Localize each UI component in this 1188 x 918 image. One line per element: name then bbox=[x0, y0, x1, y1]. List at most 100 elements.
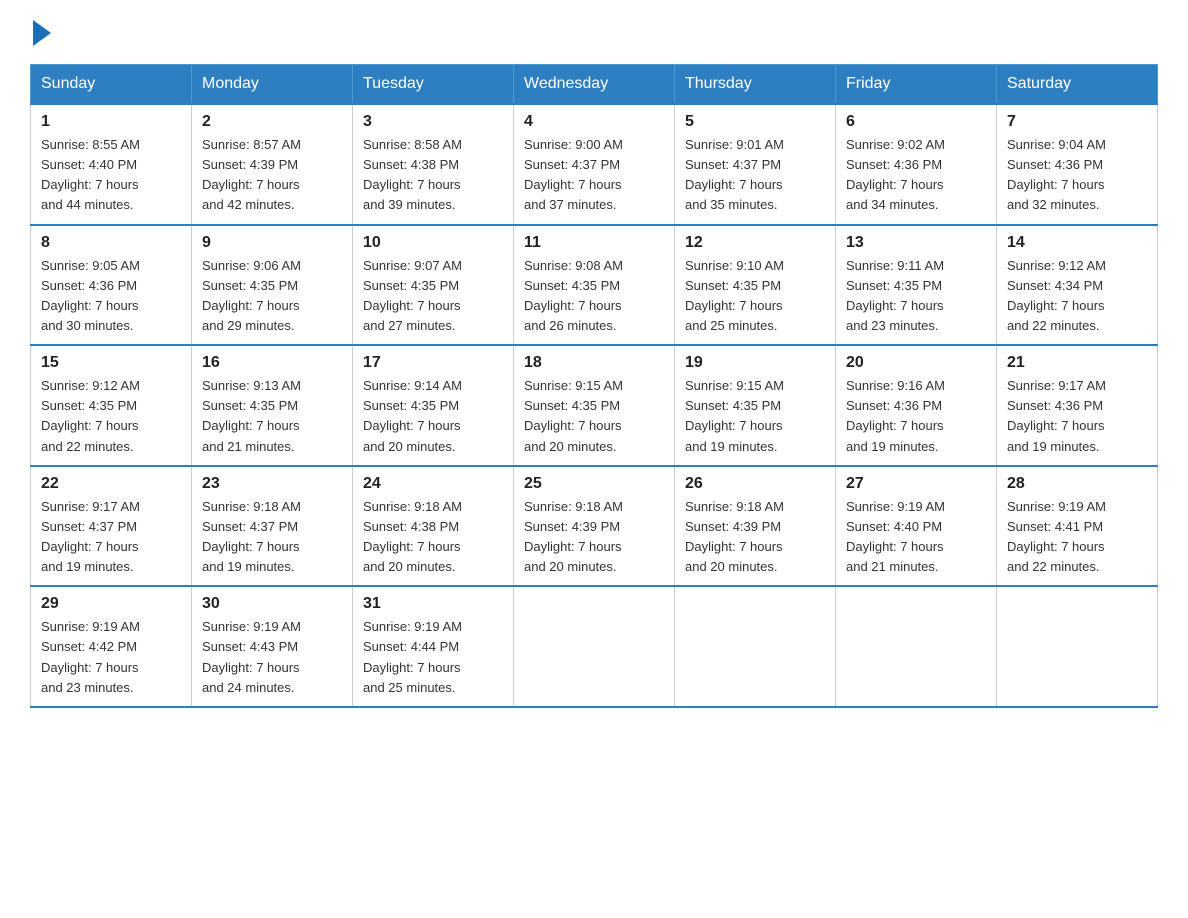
day-number: 15 bbox=[41, 354, 181, 372]
weekday-header-sunday: Sunday bbox=[31, 65, 192, 105]
day-cell: 30 Sunrise: 9:19 AM Sunset: 4:43 PM Dayli… bbox=[192, 586, 353, 707]
day-number: 29 bbox=[41, 595, 181, 613]
day-cell: 13Sunrise: 9:11 AM Sunset: 4:35 PM Dayli… bbox=[836, 225, 997, 346]
day-number: 10 bbox=[363, 234, 503, 252]
day-number: 11 bbox=[524, 234, 664, 252]
day-info: Sunrise: 9:10 AM Sunset: 4:35 PM Dayligh… bbox=[685, 256, 825, 337]
day-cell: 3 Sunrise: 8:58 AM Sunset: 4:38 PM Daylig… bbox=[353, 104, 514, 225]
day-cell: 29 Sunrise: 9:19 AM Sunset: 4:42 PM Dayli… bbox=[31, 586, 192, 707]
day-number: 24 bbox=[363, 475, 503, 493]
weekday-header-monday: Monday bbox=[192, 65, 353, 105]
weekday-header-friday: Friday bbox=[836, 65, 997, 105]
day-cell bbox=[514, 586, 675, 707]
day-info: Sunrise: 9:18 AM Sunset: 4:39 PM Dayligh… bbox=[685, 497, 825, 578]
week-row-2: 8Sunrise: 9:05 AM Sunset: 4:36 PM Daylig… bbox=[31, 225, 1158, 346]
day-cell: 6 Sunrise: 9:02 AM Sunset: 4:36 PM Daylig… bbox=[836, 104, 997, 225]
day-number: 22 bbox=[41, 475, 181, 493]
day-info: Sunrise: 9:15 AM Sunset: 4:35 PM Dayligh… bbox=[685, 376, 825, 457]
day-cell: 25 Sunrise: 9:18 AM Sunset: 4:39 PM Dayli… bbox=[514, 466, 675, 587]
day-cell: 26 Sunrise: 9:18 AM Sunset: 4:39 PM Dayli… bbox=[675, 466, 836, 587]
day-number: 30 bbox=[202, 595, 342, 613]
day-cell: 16 Sunrise: 9:13 AM Sunset: 4:35 PM Dayli… bbox=[192, 345, 353, 466]
day-info: Sunrise: 9:16 AM Sunset: 4:36 PM Dayligh… bbox=[846, 376, 986, 457]
day-info: Sunrise: 9:19 AM Sunset: 4:44 PM Dayligh… bbox=[363, 617, 503, 698]
day-info: Sunrise: 9:18 AM Sunset: 4:39 PM Dayligh… bbox=[524, 497, 664, 578]
day-number: 8 bbox=[41, 234, 181, 252]
day-cell: 22 Sunrise: 9:17 AM Sunset: 4:37 PM Dayli… bbox=[31, 466, 192, 587]
day-number: 4 bbox=[524, 113, 664, 131]
weekday-header-tuesday: Tuesday bbox=[353, 65, 514, 105]
day-cell: 21Sunrise: 9:17 AM Sunset: 4:36 PM Dayli… bbox=[997, 345, 1158, 466]
day-number: 28 bbox=[1007, 475, 1147, 493]
day-cell: 24 Sunrise: 9:18 AM Sunset: 4:38 PM Dayli… bbox=[353, 466, 514, 587]
day-info: Sunrise: 9:14 AM Sunset: 4:35 PM Dayligh… bbox=[363, 376, 503, 457]
day-cell: 18Sunrise: 9:15 AM Sunset: 4:35 PM Dayli… bbox=[514, 345, 675, 466]
weekday-header-thursday: Thursday bbox=[675, 65, 836, 105]
day-info: Sunrise: 9:12 AM Sunset: 4:34 PM Dayligh… bbox=[1007, 256, 1147, 337]
day-number: 23 bbox=[202, 475, 342, 493]
day-number: 2 bbox=[202, 113, 342, 131]
day-cell: 14 Sunrise: 9:12 AM Sunset: 4:34 PM Dayli… bbox=[997, 225, 1158, 346]
week-row-1: 1Sunrise: 8:55 AM Sunset: 4:40 PM Daylig… bbox=[31, 104, 1158, 225]
day-cell: 20Sunrise: 9:16 AM Sunset: 4:36 PM Dayli… bbox=[836, 345, 997, 466]
day-info: Sunrise: 8:57 AM Sunset: 4:39 PM Dayligh… bbox=[202, 135, 342, 216]
day-info: Sunrise: 9:19 AM Sunset: 4:40 PM Dayligh… bbox=[846, 497, 986, 578]
day-cell: 17Sunrise: 9:14 AM Sunset: 4:35 PM Dayli… bbox=[353, 345, 514, 466]
day-number: 25 bbox=[524, 475, 664, 493]
day-info: Sunrise: 9:18 AM Sunset: 4:38 PM Dayligh… bbox=[363, 497, 503, 578]
day-info: Sunrise: 9:13 AM Sunset: 4:35 PM Dayligh… bbox=[202, 376, 342, 457]
day-cell: 31 Sunrise: 9:19 AM Sunset: 4:44 PM Dayli… bbox=[353, 586, 514, 707]
day-number: 1 bbox=[41, 113, 181, 131]
day-info: Sunrise: 9:19 AM Sunset: 4:42 PM Dayligh… bbox=[41, 617, 181, 698]
day-info: Sunrise: 9:17 AM Sunset: 4:37 PM Dayligh… bbox=[41, 497, 181, 578]
weekday-header-row: SundayMondayTuesdayWednesdayThursdayFrid… bbox=[31, 65, 1158, 105]
day-cell bbox=[997, 586, 1158, 707]
day-cell: 9 Sunrise: 9:06 AM Sunset: 4:35 PM Daylig… bbox=[192, 225, 353, 346]
week-row-4: 22 Sunrise: 9:17 AM Sunset: 4:37 PM Dayli… bbox=[31, 466, 1158, 587]
weekday-header-saturday: Saturday bbox=[997, 65, 1158, 105]
day-number: 18 bbox=[524, 354, 664, 372]
weekday-header-wednesday: Wednesday bbox=[514, 65, 675, 105]
day-cell: 8Sunrise: 9:05 AM Sunset: 4:36 PM Daylig… bbox=[31, 225, 192, 346]
day-info: Sunrise: 9:11 AM Sunset: 4:35 PM Dayligh… bbox=[846, 256, 986, 337]
day-cell: 27 Sunrise: 9:19 AM Sunset: 4:40 PM Dayli… bbox=[836, 466, 997, 587]
day-cell bbox=[836, 586, 997, 707]
day-cell: 15 Sunrise: 9:12 AM Sunset: 4:35 PM Dayli… bbox=[31, 345, 192, 466]
day-number: 16 bbox=[202, 354, 342, 372]
day-info: Sunrise: 9:08 AM Sunset: 4:35 PM Dayligh… bbox=[524, 256, 664, 337]
day-info: Sunrise: 9:19 AM Sunset: 4:41 PM Dayligh… bbox=[1007, 497, 1147, 578]
day-info: Sunrise: 9:18 AM Sunset: 4:37 PM Dayligh… bbox=[202, 497, 342, 578]
page-header bbox=[30, 20, 1158, 44]
day-info: Sunrise: 9:12 AM Sunset: 4:35 PM Dayligh… bbox=[41, 376, 181, 457]
day-cell: 28 Sunrise: 9:19 AM Sunset: 4:41 PM Dayli… bbox=[997, 466, 1158, 587]
day-cell bbox=[675, 586, 836, 707]
day-info: Sunrise: 9:06 AM Sunset: 4:35 PM Dayligh… bbox=[202, 256, 342, 337]
day-info: Sunrise: 9:04 AM Sunset: 4:36 PM Dayligh… bbox=[1007, 135, 1147, 216]
week-row-3: 15 Sunrise: 9:12 AM Sunset: 4:35 PM Dayli… bbox=[31, 345, 1158, 466]
day-info: Sunrise: 8:58 AM Sunset: 4:38 PM Dayligh… bbox=[363, 135, 503, 216]
day-cell: 2 Sunrise: 8:57 AM Sunset: 4:39 PM Daylig… bbox=[192, 104, 353, 225]
day-info: Sunrise: 9:17 AM Sunset: 4:36 PM Dayligh… bbox=[1007, 376, 1147, 457]
day-number: 5 bbox=[685, 113, 825, 131]
logo-triangle-icon bbox=[33, 20, 51, 46]
day-info: Sunrise: 9:19 AM Sunset: 4:43 PM Dayligh… bbox=[202, 617, 342, 698]
day-cell: 11 Sunrise: 9:08 AM Sunset: 4:35 PM Dayli… bbox=[514, 225, 675, 346]
day-info: Sunrise: 9:07 AM Sunset: 4:35 PM Dayligh… bbox=[363, 256, 503, 337]
day-number: 6 bbox=[846, 113, 986, 131]
calendar-table: SundayMondayTuesdayWednesdayThursdayFrid… bbox=[30, 64, 1158, 708]
day-number: 3 bbox=[363, 113, 503, 131]
day-number: 26 bbox=[685, 475, 825, 493]
day-cell: 4Sunrise: 9:00 AM Sunset: 4:37 PM Daylig… bbox=[514, 104, 675, 225]
day-cell: 5 Sunrise: 9:01 AM Sunset: 4:37 PM Daylig… bbox=[675, 104, 836, 225]
day-cell: 10 Sunrise: 9:07 AM Sunset: 4:35 PM Dayli… bbox=[353, 225, 514, 346]
day-cell: 12 Sunrise: 9:10 AM Sunset: 4:35 PM Dayli… bbox=[675, 225, 836, 346]
day-number: 27 bbox=[846, 475, 986, 493]
day-number: 19 bbox=[685, 354, 825, 372]
day-number: 12 bbox=[685, 234, 825, 252]
day-number: 9 bbox=[202, 234, 342, 252]
day-number: 14 bbox=[1007, 234, 1147, 252]
day-cell: 19 Sunrise: 9:15 AM Sunset: 4:35 PM Dayli… bbox=[675, 345, 836, 466]
day-number: 31 bbox=[363, 595, 503, 613]
day-info: Sunrise: 9:02 AM Sunset: 4:36 PM Dayligh… bbox=[846, 135, 986, 216]
day-info: Sunrise: 9:01 AM Sunset: 4:37 PM Dayligh… bbox=[685, 135, 825, 216]
